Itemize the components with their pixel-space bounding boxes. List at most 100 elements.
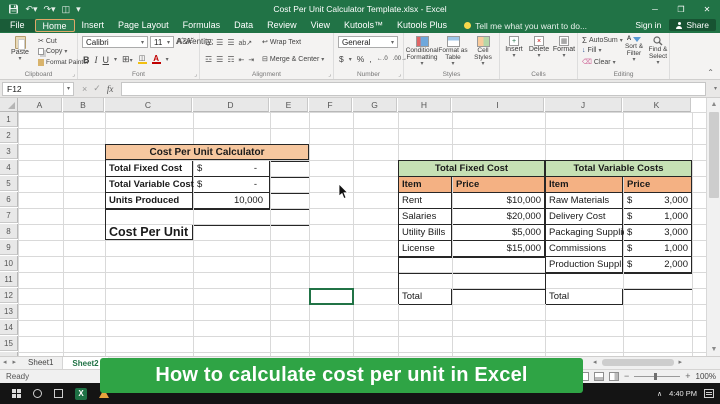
column-header-C[interactable]: C: [105, 98, 192, 112]
sheet-nav-left-icon[interactable]: ◂: [0, 357, 10, 369]
percent-style-button[interactable]: %: [357, 54, 365, 64]
close-button[interactable]: ✕: [694, 0, 720, 18]
cell-rent[interactable]: Rent: [399, 193, 452, 209]
ribbon-tab-data[interactable]: Data: [227, 19, 260, 32]
cell-total-fixed-cost-value[interactable]: $-: [194, 161, 270, 177]
row-header-14[interactable]: 14: [0, 320, 18, 335]
ribbon-tab-file[interactable]: File: [0, 19, 35, 32]
row-header-6[interactable]: 6: [0, 192, 18, 207]
column-header-H[interactable]: H: [398, 98, 451, 112]
align-top-icon[interactable]: ☰: [205, 38, 212, 47]
cell-empty[interactable]: [399, 257, 452, 258]
horizontal-scrollbar[interactable]: ◂ ▸: [590, 357, 706, 368]
clear-button[interactable]: ⌫ Clear▾: [582, 58, 616, 66]
column-header-D[interactable]: D: [193, 98, 269, 112]
confirm-entry-icon[interactable]: ✓: [93, 83, 101, 94]
row-header-7[interactable]: 7: [0, 208, 18, 223]
wrap-text-button[interactable]: ↩ Wrap Text: [262, 38, 301, 46]
cell-license-price[interactable]: $15,000: [453, 241, 545, 257]
autosum-button[interactable]: Σ AutoSum▾: [582, 36, 623, 45]
row-header-13[interactable]: 13: [0, 304, 18, 319]
cell-empty[interactable]: [453, 273, 545, 274]
row-header-10[interactable]: 10: [0, 256, 18, 271]
row-header-3[interactable]: 3: [0, 144, 18, 159]
cell-fixed-total-value[interactable]: [453, 289, 545, 290]
ribbon-tab-review[interactable]: Review: [260, 19, 304, 32]
underline-button[interactable]: U: [103, 55, 110, 65]
cell-packaging-supplies-price[interactable]: $3,000: [624, 225, 692, 241]
cell-total-variable-cost-value[interactable]: $-: [194, 177, 270, 193]
font-color-button[interactable]: A: [152, 55, 161, 64]
collapse-ribbon-button[interactable]: ⌃: [707, 68, 714, 77]
cell-production-supplies-price[interactable]: $2,000: [624, 257, 692, 273]
zoom-out-icon[interactable]: −: [624, 371, 629, 381]
align-left-icon[interactable]: ☲: [205, 55, 212, 64]
variable-item-header[interactable]: Item: [546, 177, 623, 193]
zoom-slider-thumb[interactable]: [654, 373, 657, 380]
name-box[interactable]: F12: [2, 82, 64, 96]
row-header-11[interactable]: 11: [0, 272, 18, 287]
italic-button[interactable]: I: [95, 55, 98, 65]
page-break-view-icon[interactable]: [609, 372, 619, 381]
sign-in-link[interactable]: Sign in: [635, 20, 661, 30]
cell-styles-button[interactable]: Cell Styles ▾: [468, 36, 498, 68]
merge-center-button[interactable]: ⊟ Merge & Center▾: [262, 55, 324, 63]
cell-fixed-total-label[interactable]: Total: [399, 289, 452, 305]
action-center-icon[interactable]: [704, 389, 714, 398]
align-middle-icon[interactable]: ☰: [216, 38, 223, 47]
fixed-price-header[interactable]: Price: [453, 177, 545, 193]
worksheet-grid[interactable]: ABCDEFGHIJK12345678910111213141516 Cost …: [0, 98, 720, 356]
cell-empty[interactable]: [624, 273, 692, 274]
variable-table-title-cell[interactable]: Total Variable Costs: [546, 161, 692, 177]
font-size-select[interactable]: 11▾: [150, 36, 174, 48]
cell-license[interactable]: License: [399, 241, 452, 257]
hscroll-left-icon[interactable]: ◂: [590, 357, 600, 369]
taskbar-clock[interactable]: 4:40 PM: [669, 389, 697, 398]
cell-empty[interactable]: [271, 225, 309, 226]
row-header-4[interactable]: 4: [0, 160, 18, 175]
row-header-8[interactable]: 8: [0, 224, 18, 239]
ribbon-tab-kutools-[interactable]: Kutools™: [337, 19, 390, 32]
align-center-icon[interactable]: ☰: [216, 55, 223, 64]
number-dialog-launcher[interactable]: ⌟: [398, 71, 401, 78]
row-header-15[interactable]: 15: [0, 336, 18, 351]
align-right-icon[interactable]: ☶: [227, 55, 234, 64]
share-button[interactable]: Share: [669, 19, 716, 31]
restore-button[interactable]: ❐: [668, 0, 694, 18]
cell-variable-total-label[interactable]: Total: [546, 289, 623, 305]
cell-total-fixed-cost-label[interactable]: Total Fixed Cost: [106, 161, 193, 177]
increase-decimal-icon[interactable]: ←.0: [377, 56, 388, 62]
sort-filter-button[interactable]: A Sort & Filter ▾: [622, 36, 646, 64]
cell-variable-total-value[interactable]: [624, 289, 692, 290]
column-header-G[interactable]: G: [353, 98, 397, 112]
scroll-down-icon[interactable]: ▼: [707, 343, 720, 356]
sheet-tab-sheet1[interactable]: Sheet1: [19, 357, 63, 369]
cell-utility-bills[interactable]: Utility Bills: [399, 225, 452, 241]
row-header-1[interactable]: 1: [0, 112, 18, 127]
cell-empty[interactable]: [271, 177, 309, 178]
insert-function-icon[interactable]: fx: [107, 84, 114, 94]
cell-empty[interactable]: [546, 273, 623, 274]
cell-packaging-supplies[interactable]: Packaging Supplies: [546, 225, 623, 241]
copy-button[interactable]: Copy▾: [38, 48, 67, 55]
align-bottom-icon[interactable]: ☰: [227, 38, 234, 47]
cell-cost-per-unit-label[interactable]: Cost Per Unit: [106, 225, 193, 240]
conditional-formatting-button[interactable]: Conditional Formatting ▾: [406, 36, 438, 68]
fixed-table-title-cell[interactable]: Total Fixed Cost: [399, 161, 545, 177]
cell-empty[interactable]: [453, 257, 545, 258]
zoom-level[interactable]: 100%: [696, 372, 716, 381]
cell-delivery-cost[interactable]: Delivery Cost: [546, 209, 623, 225]
variable-price-header[interactable]: Price: [624, 177, 692, 193]
format-as-table-button[interactable]: Format as Table ▾: [438, 36, 468, 68]
column-header-K[interactable]: K: [623, 98, 691, 112]
fixed-item-header[interactable]: Item: [399, 177, 452, 193]
accounting-format-button[interactable]: $: [339, 54, 344, 64]
font-dialog-launcher[interactable]: ⌟: [194, 71, 197, 78]
ribbon-tab-kutools-plus[interactable]: Kutools Plus: [390, 19, 454, 32]
font-family-select[interactable]: Calibri▾: [82, 36, 148, 48]
row-header-12[interactable]: 12: [0, 288, 18, 303]
horizontal-scrollbar-thumb[interactable]: [602, 359, 674, 366]
find-select-button[interactable]: Find & Select ▾: [646, 36, 670, 67]
fill-color-button[interactable]: ◫: [138, 56, 147, 64]
paste-button[interactable]: Paste ▾: [6, 36, 34, 63]
